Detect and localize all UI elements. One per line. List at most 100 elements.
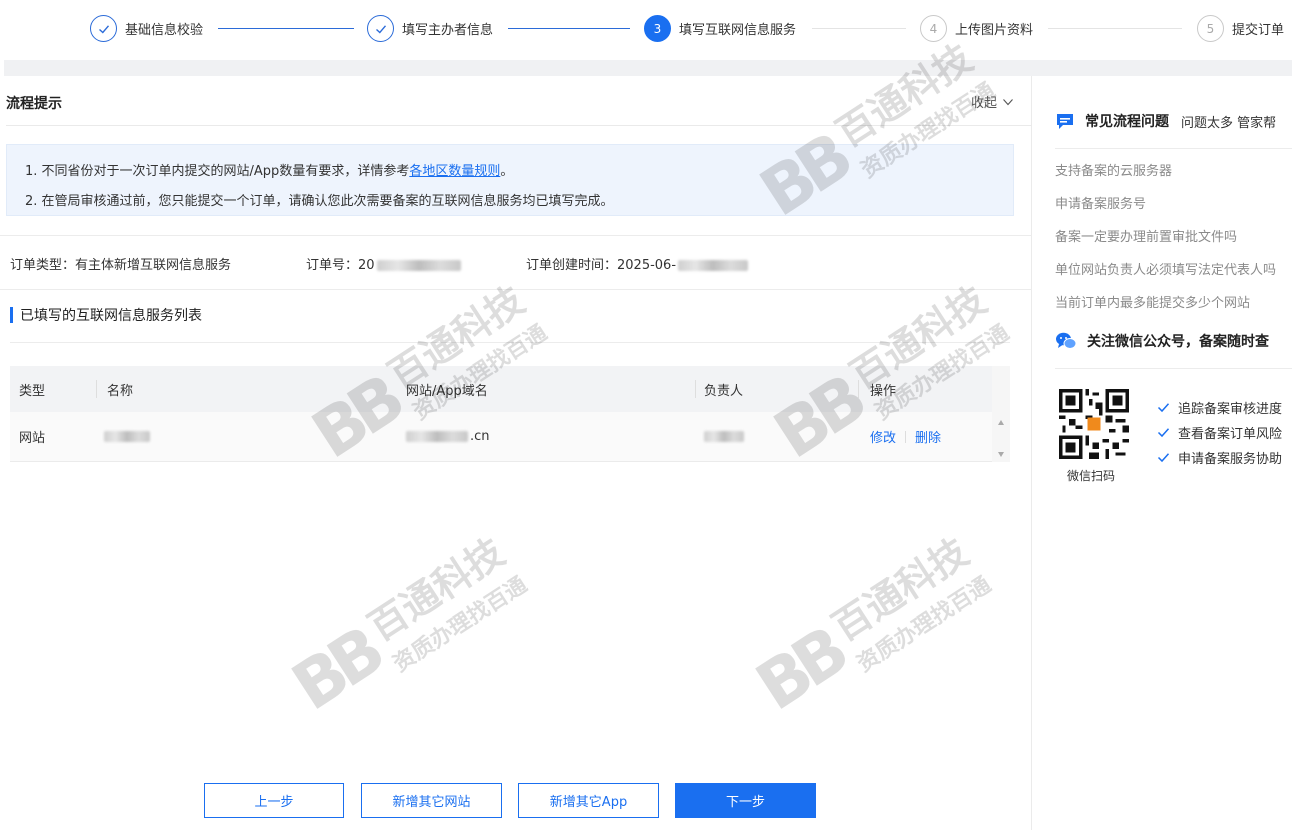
scroll-down-icon[interactable] [998, 452, 1004, 457]
step-label: 填写互联网信息服务 [679, 23, 797, 38]
step-label: 上传图片资料 [955, 23, 1034, 38]
redacted-value [376, 260, 461, 271]
faq-title: 常见流程问题 [1085, 114, 1169, 130]
edit-link[interactable]: 修改 [870, 427, 896, 446]
delete-link[interactable]: 删除 [915, 427, 941, 446]
step-connector [508, 28, 630, 29]
row-name [104, 412, 150, 461]
step-label: 填写主办者信息 [402, 23, 494, 38]
col-actions: 操作 [870, 383, 897, 399]
add-website-button[interactable]: 新增其它网站 [361, 783, 502, 818]
redacted-value [406, 431, 468, 442]
faq-item[interactable]: 单位网站负责人必须填写法定代表人吗 [1055, 259, 1276, 278]
tip-header: 流程提示 收起 [6, 76, 1032, 126]
redacted-value [678, 260, 749, 271]
step-number: 4 [920, 15, 947, 42]
check-icon [1157, 403, 1170, 413]
feature-label: 追踪备案审核进度 [1178, 402, 1283, 417]
tip-box: 1. 不同省份对于一次订单内提交的网站/App数量有要求，详情参考各地区数量规则… [6, 144, 1014, 216]
col-name: 名称 [107, 383, 134, 399]
feature-label: 查看备案订单风险 [1178, 427, 1283, 442]
order-type-text: 订单类型：有主体新增互联网信息服务 [10, 258, 232, 273]
check-icon [90, 15, 117, 42]
list-title: 已填写的互联网信息服务列表 [10, 306, 202, 324]
step-connector [1048, 28, 1182, 29]
tip-line-1-suffix: 。 [500, 164, 514, 179]
step-1: 基础信息校验 [90, 15, 203, 42]
divider [0, 289, 1032, 290]
step-5: 5 提交订单 [1197, 15, 1284, 42]
page: 基础信息校验 填写主办者信息 3 填写互联网信息服务 4 上传图片资料 5 提交… [0, 0, 1292, 830]
divider [0, 235, 1032, 236]
action-divider [905, 430, 907, 443]
row-domain: .cn [406, 412, 490, 461]
table-row: 网站 .cn 修改 删除 [10, 412, 1010, 462]
row-type: 网站 [19, 431, 46, 446]
region-rules-link[interactable]: 各地区数量规则 [409, 164, 500, 179]
faq-subtitle: 问题太多 管家帮 [1181, 115, 1277, 131]
chevron-down-icon [1003, 98, 1013, 105]
row-actions: 修改 删除 [870, 412, 941, 461]
feature-item: 申请备案服务协助 [1157, 448, 1282, 467]
scroll-up-icon[interactable] [998, 420, 1004, 425]
redacted-value [704, 431, 744, 442]
column-divider [96, 380, 97, 398]
order-number-text: 订单号：20 [306, 258, 375, 273]
divider [1055, 148, 1292, 149]
step-connector [218, 28, 354, 29]
chat-bubble-icon [1057, 114, 1073, 129]
check-icon [1157, 428, 1170, 438]
faq-header: 常见流程问题 问题太多 管家帮 [1055, 111, 1276, 131]
order-type: 订单类型：有主体新增互联网信息服务 [10, 254, 231, 273]
check-icon [1157, 453, 1170, 463]
header-separator [4, 60, 1292, 76]
wechat-icon [1056, 332, 1077, 349]
prev-step-button[interactable]: 上一步 [204, 783, 344, 818]
feature-item: 追踪备案审核进度 [1157, 398, 1282, 417]
divider [1055, 368, 1292, 369]
row-owner [704, 412, 744, 461]
check-icon [367, 15, 394, 42]
col-type: 类型 [19, 383, 46, 399]
column-divider [858, 380, 859, 398]
collapse-toggle[interactable]: 收起 [971, 92, 1014, 111]
order-created-text: 订单创建时间：2025-06- [526, 258, 677, 273]
tip-line-2: 2. 在管局审核通过前，您只能提交一个订单，请确认您此次需要备案的互联网信息服务… [25, 194, 614, 209]
tip-line-1-text: 1. 不同省份对于一次订单内提交的网站/App数量有要求，详情参考 [25, 164, 410, 179]
step-connector [812, 28, 906, 29]
step-number: 5 [1197, 15, 1224, 42]
help-sidebar: 常见流程问题 问题太多 管家帮 支持备案的云服务器 申请备案服务号 备案一定要办… [1033, 76, 1292, 830]
add-app-button[interactable]: 新增其它App [518, 783, 659, 818]
order-number: 订单号：20 [306, 254, 461, 273]
main-content: 流程提示 收起 1. 不同省份对于一次订单内提交的网站/App数量有要求，详情参… [0, 76, 1032, 830]
qr-caption: 微信扫码 [1067, 469, 1116, 483]
faq-item[interactable]: 支持备案的云服务器 [1055, 160, 1172, 179]
next-step-button[interactable]: 下一步 [675, 783, 816, 818]
tip-title: 流程提示 [6, 96, 62, 112]
table-header: 类型 名称 网站/App域名 负责人 操作 [10, 366, 1010, 412]
order-created-time: 订单创建时间：2025-06- [526, 254, 749, 273]
row-domain-suffix: .cn [470, 429, 490, 444]
step-label: 提交订单 [1232, 23, 1285, 38]
collapse-label: 收起 [970, 96, 997, 111]
step-label: 基础信息校验 [125, 23, 204, 38]
faq-item[interactable]: 申请备案服务号 [1055, 193, 1146, 212]
wechat-title: 关注微信公众号，备案随时查 [1087, 334, 1269, 350]
redacted-value [104, 431, 150, 442]
wechat-header: 关注微信公众号，备案随时查 [1055, 331, 1269, 351]
step-2: 填写主办者信息 [367, 15, 493, 42]
step-4: 4 上传图片资料 [920, 15, 1033, 42]
column-divider [695, 380, 696, 398]
table-scrollbar[interactable] [992, 366, 1010, 462]
faq-item[interactable]: 当前订单内最多能提交多少个网站 [1055, 292, 1250, 311]
col-domain: 网站/App域名 [406, 383, 488, 399]
step-3: 3 填写互联网信息服务 [644, 15, 796, 42]
step-number: 3 [644, 15, 671, 42]
qr-code-image [1059, 389, 1129, 459]
progress-steps: 基础信息校验 填写主办者信息 3 填写互联网信息服务 4 上传图片资料 5 提交… [0, 0, 1292, 58]
col-owner: 负责人 [704, 383, 744, 399]
feature-item: 查看备案订单风险 [1157, 423, 1282, 442]
list-title-text: 已填写的互联网信息服务列表 [20, 308, 202, 324]
faq-item[interactable]: 备案一定要办理前置审批文件吗 [1055, 226, 1237, 245]
feature-label: 申请备案服务协助 [1178, 452, 1283, 467]
